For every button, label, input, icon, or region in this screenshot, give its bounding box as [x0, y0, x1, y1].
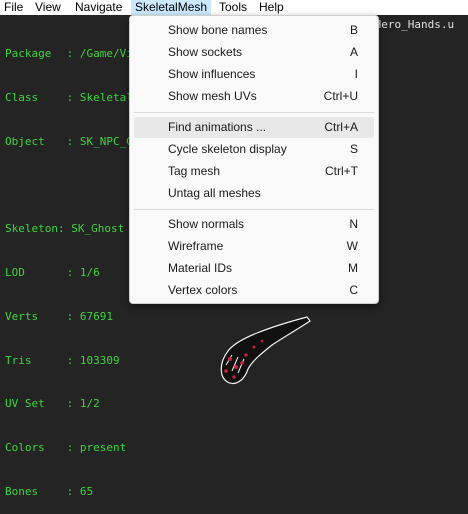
- info-text: Bones: [5, 485, 39, 498]
- menu-item-show-sockets[interactable]: Show sockets A: [134, 42, 374, 63]
- menu-navigate[interactable]: Navigate: [71, 0, 126, 15]
- hand-mesh-render: [220, 316, 311, 385]
- menu-item-show-mesh-uvs[interactable]: Show mesh UVs Ctrl+U: [134, 86, 374, 107]
- skeletal-mesh-dropdown: Show bone names B Show sockets A Show infl…: [129, 15, 379, 304]
- info-text: 1/6: [79, 266, 100, 280]
- info-text: Skeletal: [79, 90, 133, 104]
- info-text: 65: [79, 485, 94, 498]
- menu-item-shortcut: Ctrl+U: [323, 89, 358, 103]
- menu-bar: File View Navigate SkeletalMesh Tools He…: [0, 0, 468, 15]
- info-text: Tris: [5, 353, 32, 367]
- menu-item-tag-mesh[interactable]: Tag mesh Ctrl+T: [134, 161, 374, 182]
- menu-separator: [134, 209, 374, 210]
- info-text: Package: [5, 47, 52, 61]
- info-text: :: [66, 90, 74, 104]
- menu-item-label: Show mesh UVs: [168, 89, 257, 103]
- menu-item-shortcut: W: [346, 239, 358, 253]
- menu-item-wireframe[interactable]: Wireframe W: [134, 236, 374, 257]
- info-class: Class : Skeletal: [5, 91, 133, 106]
- info-text: :: [66, 47, 74, 61]
- menu-item-find-animations[interactable]: Find animations ... Ctrl+A: [134, 117, 374, 138]
- menu-item-label: Material IDs: [168, 261, 233, 275]
- info-text: :: [66, 397, 74, 411]
- menu-item-shortcut: Ctrl+T: [325, 164, 358, 178]
- menu-item-shortcut: M: [348, 261, 358, 275]
- mesh-info-panel: Package : /Game/Vi Class : Skeletal Obje…: [5, 18, 133, 514]
- info-bones: Bones : 65: [5, 485, 133, 500]
- info-text: :: [66, 309, 74, 323]
- info-text: UV Set: [5, 397, 45, 411]
- menu-item-shortcut: I: [354, 67, 358, 81]
- info-lod: LOD : 1/6: [5, 266, 133, 281]
- info-text: :: [66, 353, 74, 367]
- info-text: SK_NPC_G: [79, 134, 133, 148]
- menu-item-cycle-skeleton-display[interactable]: Cycle skeleton display S: [134, 139, 374, 160]
- menu-item-label: Find animations ...: [168, 120, 267, 134]
- menu-item-label: Cycle skeleton display: [168, 142, 287, 156]
- info-text: 67691: [79, 309, 113, 323]
- info-text: :: [66, 485, 74, 498]
- menu-item-untag-all-meshes[interactable]: Untag all meshes: [134, 183, 374, 204]
- menu-item-material-ids[interactable]: Material IDs M: [134, 258, 374, 279]
- info-text: 103309: [79, 353, 120, 367]
- menu-item-label: Vertex colors: [168, 283, 238, 297]
- info-text: Class: [5, 90, 39, 104]
- menu-skeletal-mesh[interactable]: SkeletalMesh: [131, 0, 212, 15]
- info-text: :: [66, 134, 74, 148]
- info-package: Package : /Game/Vi: [5, 47, 133, 62]
- info-text: Object: [5, 134, 45, 148]
- info-uvset: UV Set : 1/2: [5, 397, 133, 412]
- menu-item-label: Show sockets: [168, 45, 243, 59]
- info-text: :: [66, 441, 74, 455]
- info-package-tail: rHero_Hands.u: [368, 18, 455, 31]
- menu-view[interactable]: View: [31, 0, 65, 15]
- menu-item-label: Show bone names: [168, 23, 268, 37]
- info-tris: Tris : 103309: [5, 354, 133, 369]
- info-text: 1/2: [79, 397, 100, 411]
- menu-item-shortcut: A: [349, 45, 358, 59]
- info-verts: Verts : 67691: [5, 310, 133, 325]
- menu-item-shortcut: Ctrl+A: [324, 120, 358, 134]
- info-text: /Game/Vi: [79, 47, 133, 61]
- menu-item-shortcut: S: [349, 142, 358, 156]
- menu-tools[interactable]: Tools: [215, 0, 251, 15]
- info-text: :: [66, 266, 74, 280]
- menu-item-label: Show influences: [168, 67, 256, 81]
- menu-help[interactable]: Help: [255, 0, 288, 15]
- menu-item-show-normals[interactable]: Show normals N: [134, 214, 374, 235]
- menu-item-label: Show normals: [168, 217, 245, 231]
- info-object: Object : SK_NPC_G: [5, 135, 133, 150]
- menu-item-show-influences[interactable]: Show influences I: [134, 64, 374, 85]
- info-text: Colors: [5, 441, 45, 455]
- menu-item-shortcut: B: [349, 23, 358, 37]
- info-text: present: [79, 441, 127, 455]
- menu-item-label: Tag mesh: [168, 164, 221, 178]
- info-text: Skeleton: [5, 222, 58, 236]
- menu-file[interactable]: File: [0, 0, 27, 15]
- menu-item-vertex-colors[interactable]: Vertex colors C: [134, 280, 374, 301]
- menu-item-label: Untag all meshes: [168, 186, 261, 200]
- info-text: LOD: [5, 266, 25, 280]
- menu-item-label: Wireframe: [168, 239, 224, 253]
- info-skeleton: Skeleton: SK_Ghost: [5, 222, 133, 237]
- info-text: Verts: [5, 309, 39, 323]
- menu-item-show-bone-names[interactable]: Show bone names B: [134, 20, 374, 41]
- info-text: SK_Ghost: [71, 222, 125, 236]
- menu-item-shortcut: C: [349, 283, 358, 297]
- menu-item-shortcut: N: [349, 217, 358, 231]
- info-text: :: [57, 222, 65, 236]
- info-colors: Colors : present: [5, 441, 133, 456]
- menu-separator: [134, 112, 374, 113]
